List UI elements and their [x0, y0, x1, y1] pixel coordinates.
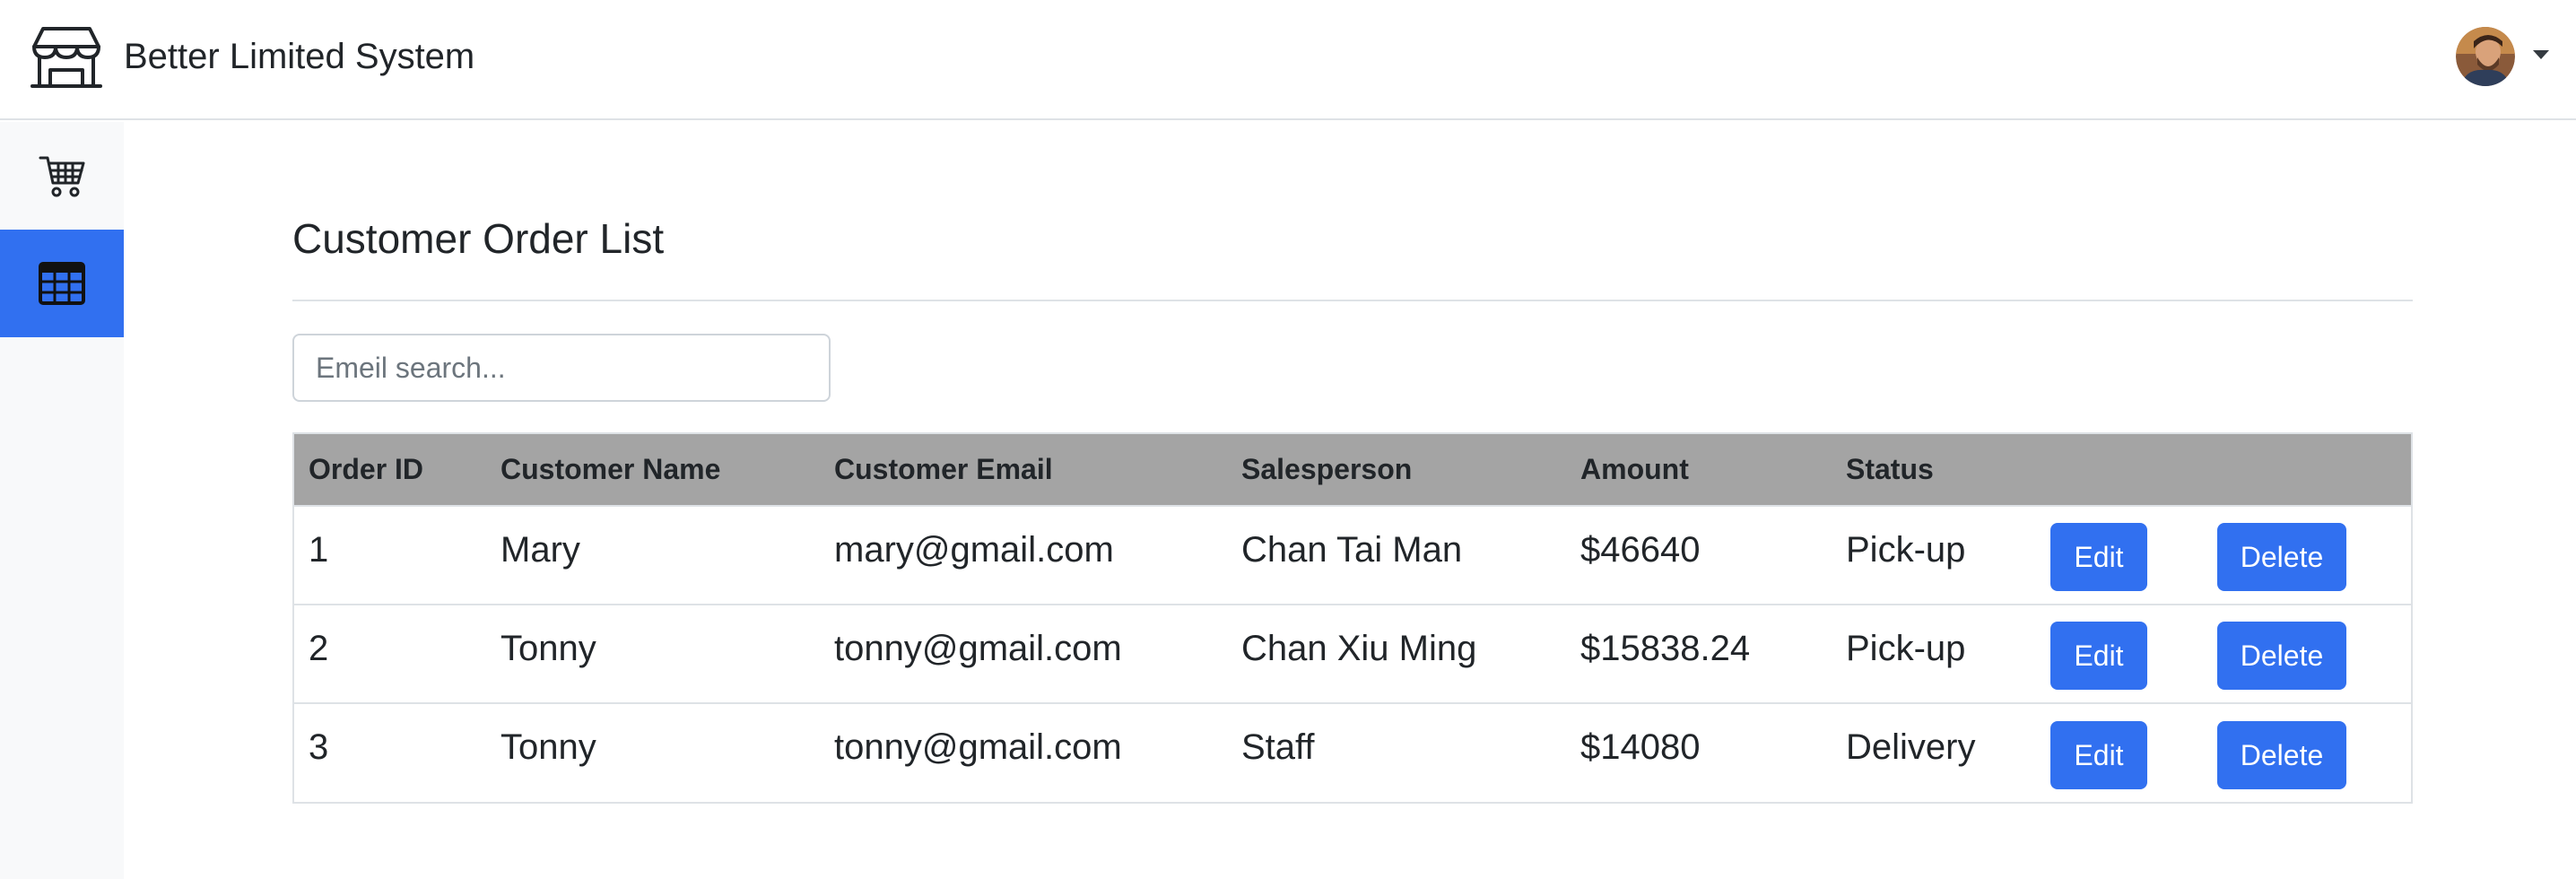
cell-customer-name: Mary: [500, 529, 580, 570]
col-header-delete: [2203, 434, 2411, 506]
table-row: 1 Mary mary@gmail.com Chan Tai Man $4664…: [294, 506, 2411, 605]
sidebar-item-cart[interactable]: [0, 122, 124, 230]
page-title: Customer Order List: [292, 215, 665, 262]
chevron-down-icon[interactable]: [2533, 50, 2549, 59]
cell-status: Delivery: [1846, 727, 1976, 767]
cell-delete: Delete: [2203, 506, 2411, 605]
orders-table: Order ID Customer Name Customer Email Sa…: [292, 432, 2413, 804]
edit-button[interactable]: Edit: [2050, 720, 2147, 789]
cell-customer-email: mary@gmail.com: [834, 529, 1114, 570]
cell-customer-email: tonny@gmail.com: [834, 727, 1122, 767]
col-header-edit: [2036, 434, 2203, 506]
cell-amount: $46640: [1580, 529, 1701, 570]
table-row: 2 Tonny tonny@gmail.com Chan Xiu Ming $1…: [294, 605, 2411, 703]
cell-order-id: 3: [309, 727, 329, 767]
delete-button[interactable]: Delete: [2217, 523, 2346, 591]
table-icon: [39, 262, 85, 305]
cart-icon: [39, 156, 85, 197]
cell-customer-name: Tonny: [500, 727, 596, 767]
cell-amount: $15838.24: [1580, 628, 1751, 668]
avatar[interactable]: [2456, 27, 2515, 86]
cell-delete: Delete: [2203, 703, 2411, 802]
cell-customer-email: tonny@gmail.com: [834, 628, 1122, 668]
table-header-row: Order ID Customer Name Customer Email Sa…: [294, 434, 2411, 506]
divider: [292, 300, 2413, 301]
cell-salesperson: Chan Tai Man: [1241, 529, 1463, 570]
cell-order-id: 1: [309, 529, 329, 570]
sidebar: [0, 122, 124, 879]
col-header-amount[interactable]: Amount: [1566, 434, 1832, 506]
sidebar-item-orders[interactable]: [0, 230, 124, 337]
top-navbar: Better Limited System: [0, 0, 2576, 120]
cell-salesperson: Staff: [1241, 727, 1315, 767]
cell-edit: Edit: [2036, 506, 2203, 605]
main-content: Customer Order List Order ID Customer Na…: [124, 122, 2576, 879]
cell-delete: Delete: [2203, 605, 2411, 703]
table-row: 3 Tonny tonny@gmail.com Staff $14080 Del…: [294, 703, 2411, 802]
cell-salesperson: Chan Xiu Ming: [1241, 628, 1477, 668]
edit-button[interactable]: Edit: [2050, 523, 2147, 591]
col-header-status[interactable]: Status: [1832, 434, 2036, 506]
cell-edit: Edit: [2036, 703, 2203, 802]
cell-edit: Edit: [2036, 605, 2203, 703]
col-header-salesperson[interactable]: Salesperson: [1227, 434, 1566, 506]
delete-button[interactable]: Delete: [2217, 720, 2346, 789]
cell-order-id: 2: [309, 628, 329, 668]
delete-button[interactable]: Delete: [2217, 622, 2346, 690]
cell-status: Pick-up: [1846, 529, 1966, 570]
avatar-image: [2456, 27, 2515, 86]
store-icon[interactable]: [30, 25, 102, 91]
cell-status: Pick-up: [1846, 628, 1966, 668]
email-search-input[interactable]: [292, 334, 831, 402]
edit-button[interactable]: Edit: [2050, 622, 2147, 690]
brand-title[interactable]: Better Limited System: [124, 34, 474, 79]
col-header-order-id[interactable]: Order ID: [294, 434, 486, 506]
col-header-customer-email[interactable]: Customer Email: [820, 434, 1227, 506]
cell-customer-name: Tonny: [500, 628, 596, 668]
col-header-customer-name[interactable]: Customer Name: [486, 434, 820, 506]
cell-amount: $14080: [1580, 727, 1701, 767]
